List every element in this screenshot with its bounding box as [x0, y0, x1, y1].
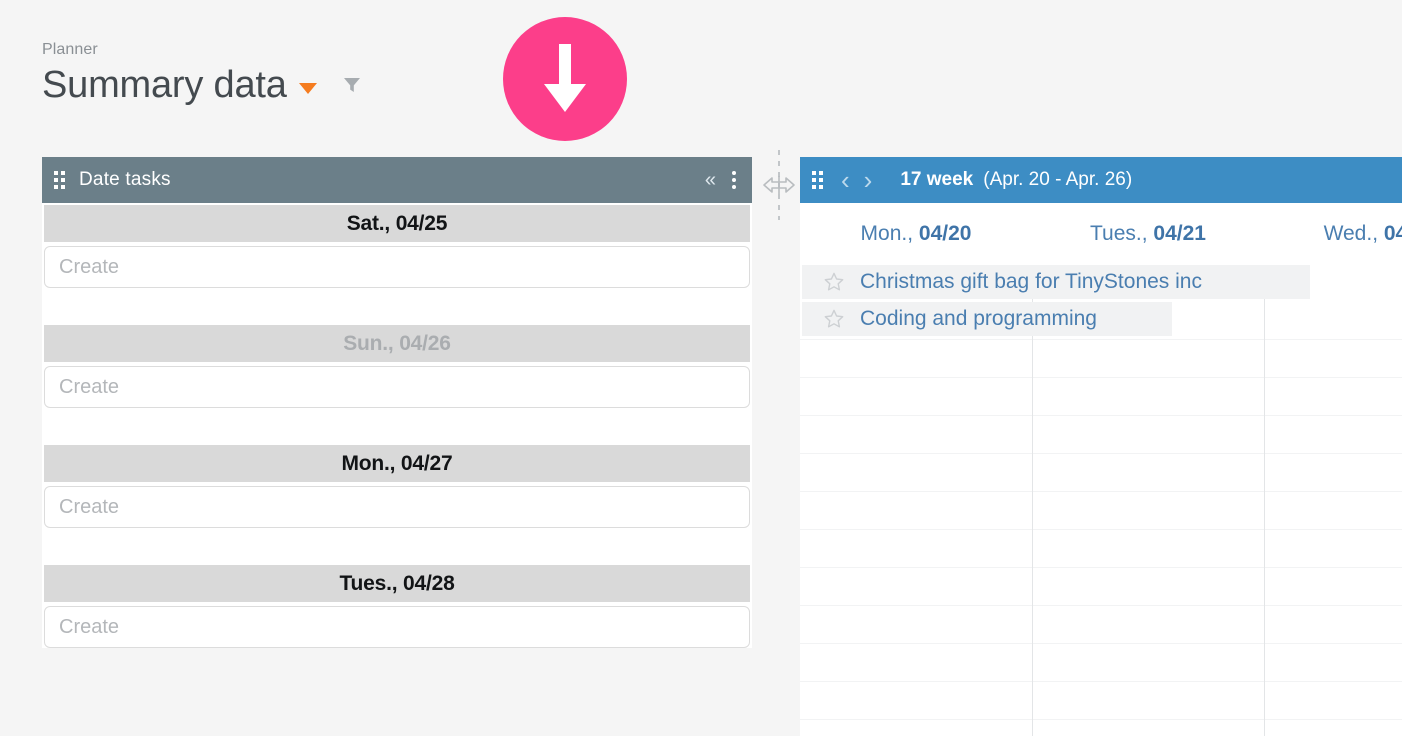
create-task-input[interactable]: Create	[44, 606, 750, 648]
panel-splitter[interactable]	[762, 150, 796, 220]
grid-row-line	[800, 643, 1402, 644]
day-header-mon[interactable]: Mon., 04/20	[800, 222, 1032, 246]
grid-row-line	[800, 491, 1402, 492]
date-header: Sat., 04/25	[44, 205, 750, 242]
grid-row-line	[800, 719, 1402, 720]
create-task-input[interactable]: Create	[44, 246, 750, 288]
day-name: Tues.,	[1090, 222, 1148, 245]
day-header-row: Mon., 04/20 Tues., 04/21 Wed., 04/22	[800, 203, 1402, 265]
week-navigation: ‹ › 17 week (Apr. 20 - Apr. 26)	[837, 167, 1132, 193]
day-header-wed[interactable]: Wed., 04/22	[1264, 222, 1402, 246]
date-header: Sun., 04/26	[44, 325, 750, 362]
star-outline-icon[interactable]	[822, 270, 846, 294]
grid-row-line	[800, 453, 1402, 454]
page-title: Summary data	[42, 64, 287, 106]
date-tasks-panel-header: Date tasks «	[42, 157, 752, 203]
date-tasks-panel: Date tasks « Sat., 04/25 Create Sun., 04…	[42, 157, 752, 648]
grid-column-divider	[1264, 265, 1265, 736]
date-group: Tues., 04/28 Create	[42, 565, 752, 648]
calendar-event[interactable]: Coding and programming	[802, 302, 1172, 336]
week-calendar-panel: ‹ › 17 week (Apr. 20 - Apr. 26) Mon., 04/…	[800, 157, 1402, 736]
date-header: Tues., 04/28	[44, 565, 750, 602]
grid-row-line	[800, 567, 1402, 568]
star-outline-icon[interactable]	[822, 307, 846, 331]
panel-title: Date tasks	[79, 169, 171, 190]
date-header: Mon., 04/27	[44, 445, 750, 482]
event-layer: Christmas gift bag for TinyStones inc Co…	[800, 265, 1402, 336]
day-name: Wed.,	[1323, 222, 1379, 245]
event-title: Coding and programming	[860, 307, 1097, 330]
chevron-left-icon[interactable]: ‹	[841, 167, 850, 193]
grid-row-line	[800, 377, 1402, 378]
caret-down-icon[interactable]	[298, 82, 317, 94]
grid-row-line	[800, 529, 1402, 530]
week-range: (Apr. 20 - Apr. 26)	[983, 169, 1133, 190]
day-date: 04/21	[1153, 222, 1206, 245]
grid-row-line	[800, 605, 1402, 606]
day-header-tue[interactable]: Tues., 04/21	[1032, 222, 1264, 246]
create-task-input[interactable]: Create	[44, 486, 750, 528]
date-group: Sat., 04/25 Create	[42, 205, 752, 288]
horizontal-resize-arrows-icon	[763, 176, 795, 194]
event-title: Christmas gift bag for TinyStones inc	[860, 270, 1202, 293]
drag-grip-icon[interactable]	[54, 171, 65, 189]
arrow-down-icon	[544, 44, 586, 112]
date-group: Sun., 04/26 Create	[42, 325, 752, 408]
kebab-menu-icon[interactable]	[732, 171, 736, 189]
week-calendar-header: ‹ › 17 week (Apr. 20 - Apr. 26)	[800, 157, 1402, 203]
annotation-arrow-down-badge	[503, 17, 627, 141]
day-date: 04/22	[1383, 222, 1402, 245]
grid-row-line	[800, 415, 1402, 416]
drag-grip-icon[interactable]	[812, 171, 823, 189]
grid-row-line	[800, 339, 1402, 340]
calendar-grid: Christmas gift bag for TinyStones inc Co…	[800, 265, 1402, 736]
filter-funnel-icon[interactable]	[341, 74, 363, 101]
day-name: Mon.,	[860, 222, 914, 245]
create-task-input[interactable]: Create	[44, 366, 750, 408]
week-number: 17 week	[900, 169, 974, 190]
day-date: 04/20	[918, 222, 972, 245]
week-label: 17 week (Apr. 20 - Apr. 26)	[900, 169, 1132, 191]
grid-row-line	[800, 681, 1402, 682]
chevron-right-icon[interactable]: ›	[864, 167, 873, 193]
chevron-double-left-icon[interactable]: «	[705, 170, 716, 190]
calendar-event[interactable]: Christmas gift bag for TinyStones inc	[802, 265, 1310, 299]
date-group: Mon., 04/27 Create	[42, 445, 752, 528]
date-tasks-list: Sat., 04/25 Create Sun., 04/26 Create Mo…	[42, 203, 752, 648]
